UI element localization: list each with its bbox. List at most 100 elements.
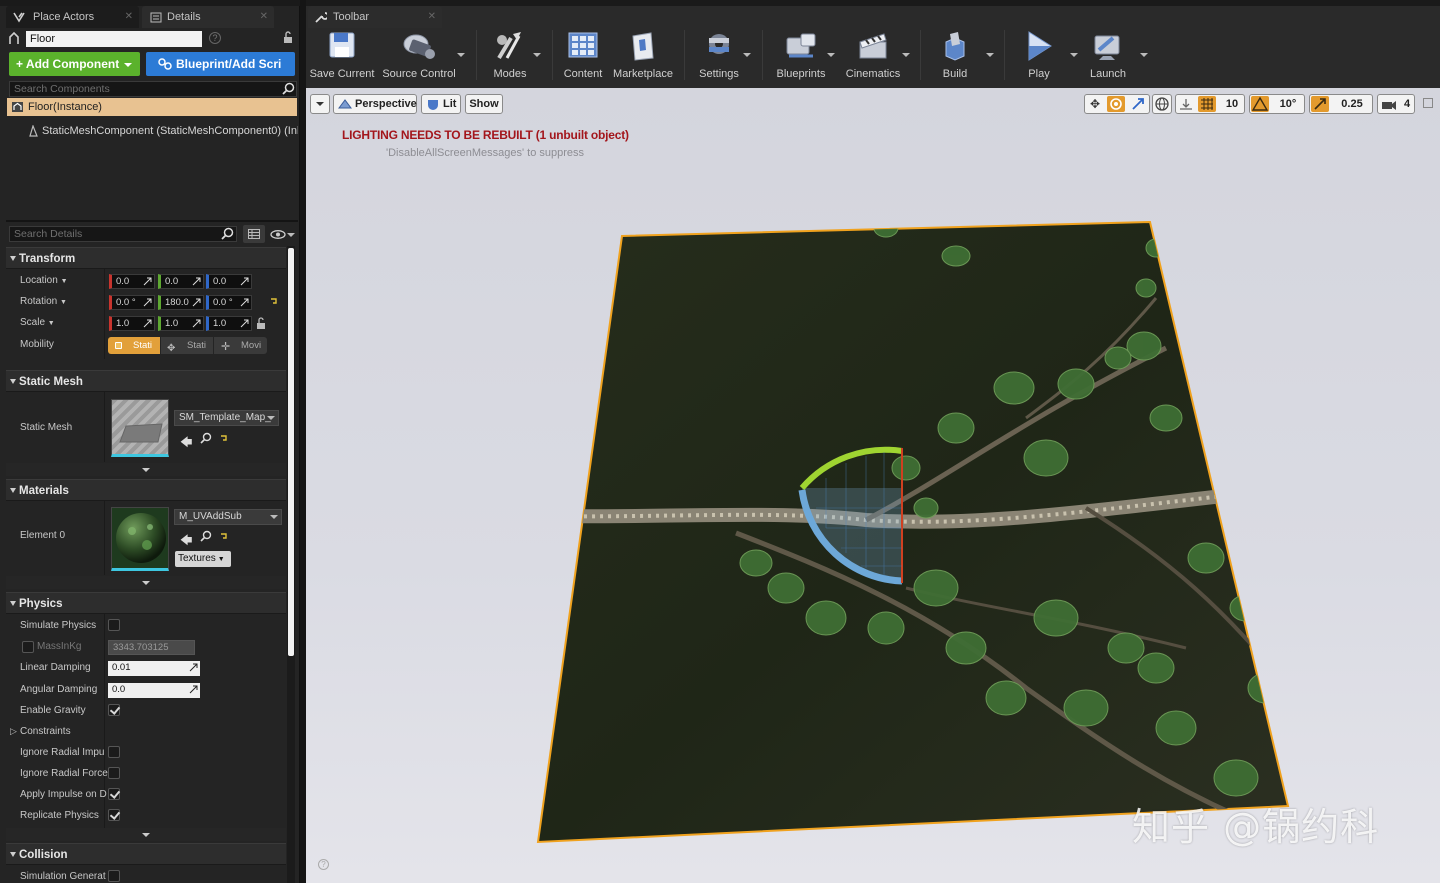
browse-search-icon[interactable] [200,530,212,542]
location-z-value: 0.0 [213,276,227,287]
scale-z-field[interactable]: 1.0 [206,316,252,331]
apply-impulse-checkbox[interactable] [108,788,120,800]
scrollbar-thumb[interactable] [288,248,294,656]
chevron-down-icon[interactable] [743,53,751,57]
angular-damping-field[interactable]: 0.0 [108,683,200,698]
scale-label[interactable]: Scale ▼ [20,317,55,328]
tree-item-root[interactable]: Floor(Instance) [7,98,297,116]
close-icon[interactable]: ✕ [428,6,436,28]
section-materials[interactable]: Materials [6,479,286,501]
blueprints-button[interactable]: Blueprints [768,28,834,84]
close-icon[interactable]: ✕ [125,6,133,28]
marketplace-icon [632,32,654,61]
tree-item-static-mesh-component[interactable]: StaticMeshComponent (StaticMeshComponent… [28,123,298,139]
spin-arrow-icon [192,298,201,307]
replicate-physics-checkbox[interactable] [108,809,120,821]
advanced-expander[interactable] [6,828,286,841]
rotation-label-text: Rotation [20,296,58,307]
tab-toolbar[interactable]: Toolbar ✕ [308,6,442,28]
enable-gravity-checkbox[interactable] [108,704,120,716]
chevron-down-icon[interactable] [287,233,295,237]
section-title: Materials [19,485,69,497]
material-thumbnail[interactable] [111,507,169,571]
tab-details[interactable]: Details ✕ [142,6,274,28]
blueprint-add-script-button[interactable]: Blueprint/Add Scri [146,52,295,76]
launch-button[interactable]: Launch [1082,28,1134,84]
splitter[interactable] [6,220,298,222]
expand-arrow-icon[interactable]: ▷ [10,726,17,737]
lock-icon[interactable] [282,31,294,44]
lock-scale-icon[interactable] [255,316,267,330]
level-viewport[interactable]: Perspective Lit Show ✥ 10 10° 0.25 4 LIG… [306,88,1440,883]
modes-button[interactable]: Modes [484,28,536,84]
help-icon[interactable]: ? [209,32,221,44]
chevron-down-icon[interactable] [1070,53,1078,57]
build-button[interactable]: Build [928,28,982,84]
use-selected-arrow-icon[interactable]: 🡄 [180,433,192,454]
play-button[interactable]: Play [1012,28,1066,84]
static-mesh-thumbnail[interactable] [111,399,169,457]
use-selected-arrow-icon[interactable]: 🡄 [180,531,192,552]
stationary-icon: ✥ [167,343,176,354]
search-details-input[interactable]: Search Details [9,226,237,242]
static-mesh-combo[interactable]: SM_Template_Map_ [174,410,279,426]
marketplace-button[interactable]: Marketplace [610,28,676,84]
advanced-expander[interactable] [6,463,286,476]
linear-damping-field[interactable]: 0.01 [108,661,200,676]
constraints-label[interactable]: Constraints [20,726,71,737]
simulation-generates-checkbox[interactable] [108,870,120,882]
rotation-z-field[interactable]: 0.0 ° [206,295,252,310]
rotation-y-field[interactable]: 180.0 [158,295,204,310]
place-actors-icon [13,11,26,23]
settings-button[interactable]: Settings [690,28,748,84]
play-icon [1028,31,1052,61]
reset-to-default-icon[interactable] [220,434,228,442]
mass-override-checkbox[interactable] [22,641,34,653]
ignore-radial-force-checkbox[interactable] [108,767,120,779]
chevron-down-icon[interactable] [902,53,910,57]
location-y-field[interactable]: 0.0 [158,274,204,289]
search-components-input[interactable]: Search Components [9,81,297,97]
scale-y-field[interactable]: 1.0 [158,316,204,331]
location-label[interactable]: Location ▼ [20,275,68,286]
chevron-down-icon[interactable] [827,53,835,57]
eye-icon[interactable] [270,230,286,239]
mobility-static-button[interactable]: Stati [108,337,160,354]
section-transform[interactable]: Transform [6,247,286,269]
location-x-field[interactable]: 0.0 [109,274,155,289]
location-z-field[interactable]: 0.0 [206,274,252,289]
browse-search-icon[interactable] [200,432,212,444]
close-icon[interactable]: ✕ [260,6,268,28]
advanced-expander[interactable] [6,576,286,589]
actor-name-input[interactable]: Floor [26,31,202,47]
rotation-label[interactable]: Rotation ▼ [20,296,67,307]
property-matrix-button[interactable] [243,225,265,243]
reset-to-default-icon[interactable] [270,297,278,305]
tab-place-actors[interactable]: Place Actors ✕ [6,6,139,28]
mobility-stationary-button[interactable]: ✥ Stati [161,337,213,354]
section-physics[interactable]: Physics [6,592,286,614]
cinematics-button[interactable]: Cinematics [840,28,906,84]
chevron-down-icon[interactable] [986,53,994,57]
floor-mesh[interactable] [306,88,1440,883]
mobility-movable-button[interactable]: ✛ Movi [214,337,267,354]
chevron-down-icon[interactable] [533,53,541,57]
textures-button[interactable]: Textures ▼ [175,551,231,567]
blueprint-icon [158,58,172,70]
rotation-x-field[interactable]: 0.0 ° [109,295,155,310]
ignore-radial-impulse-checkbox[interactable] [108,746,120,758]
source-control-button[interactable]: Source Control [380,28,458,84]
section-static-mesh[interactable]: Static Mesh [6,370,286,392]
material-combo[interactable]: M_UVAddSub [174,509,282,525]
simulate-physics-checkbox[interactable] [108,619,120,631]
material-sphere-icon [116,513,166,563]
mobility-stationary-label: Stati [187,340,207,351]
section-collision[interactable]: Collision [6,843,286,865]
add-component-button[interactable]: + Add Component [9,52,140,76]
save-current-button[interactable]: Save Current [308,28,376,84]
chevron-down-icon[interactable] [1140,53,1148,57]
chevron-down-icon[interactable] [457,53,465,57]
content-button[interactable]: Content [558,28,608,84]
scale-x-field[interactable]: 1.0 [109,316,155,331]
reset-to-default-icon[interactable] [220,532,228,540]
